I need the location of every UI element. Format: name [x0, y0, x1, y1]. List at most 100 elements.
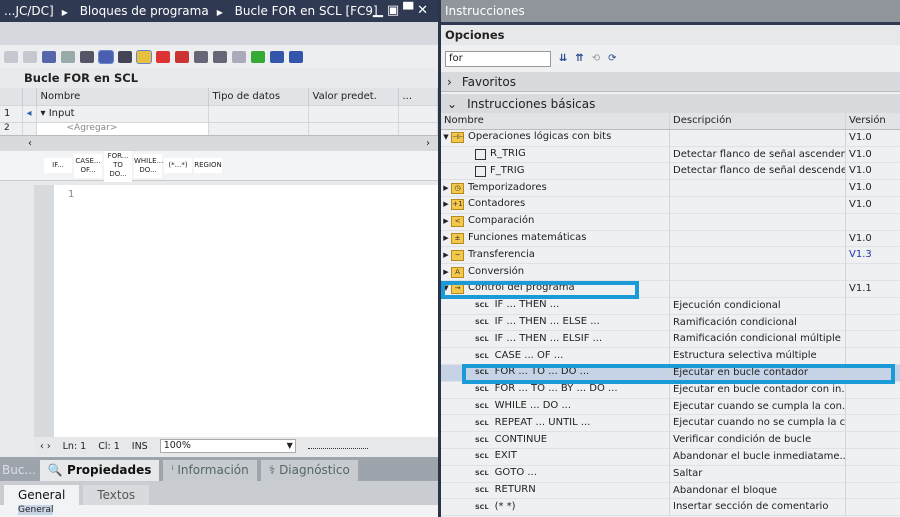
expand-right-icon[interactable]: ▶ — [441, 180, 451, 196]
snippet-case[interactable]: CASE... OF... — [74, 153, 102, 178]
snippet-if[interactable]: IF... — [44, 158, 72, 173]
toolbar-icon[interactable] — [80, 50, 94, 63]
snippet-region[interactable]: REGION — [194, 158, 222, 173]
tree-row[interactable]: SCL RETURN Abandonar el bloque — [441, 482, 900, 500]
expand-down-icon[interactable]: ▼ — [441, 130, 451, 146]
expand-right-icon[interactable]: ▶ — [441, 214, 451, 230]
section-favoritos[interactable]: › Favoritos — [441, 72, 900, 92]
scroll-arrows[interactable]: ‹ › — [40, 441, 51, 452]
tab-informacion[interactable]: ⁱ Información — [163, 460, 257, 481]
subtab-textos[interactable]: Textos — [83, 485, 150, 505]
zoom-select[interactable]: 100% ▼ — [159, 439, 296, 453]
folder-icon: ◷ — [451, 182, 464, 194]
toolbar-icon[interactable] — [42, 50, 56, 63]
tree-row[interactable]: SCL IF ... THEN ... ELSIF ... Ramificación… — [441, 331, 900, 349]
row-name: FOR ... TO ... BY ... DO ... — [494, 383, 618, 395]
nav-general[interactable]: General — [18, 505, 54, 515]
row-description: Detectar flanco de señal ascendent — [670, 146, 846, 163]
tree-row[interactable]: SCL CASE ... OF ... Estructura selectiva m… — [441, 348, 900, 365]
section-instrucciones-basicas[interactable]: ⌄ Instrucciones básicas — [441, 94, 900, 114]
collapsed-tab[interactable]: Buc... — [2, 460, 36, 481]
search-input[interactable]: for — [445, 50, 551, 67]
version-link[interactable]: V1.3 — [849, 249, 872, 260]
tree-row[interactable]: ▶ +1 Contadores V1.0 — [441, 196, 900, 214]
tree-row[interactable]: SCL FOR ... TO ... BY ... DO ... Ejecutar … — [441, 381, 900, 399]
row-name: Operaciones lógicas con bits — [468, 131, 612, 143]
filter-icon[interactable]: ⟲ — [592, 53, 600, 64]
expand-right-icon[interactable]: ▶ — [441, 264, 451, 280]
tab-diagnostico[interactable]: ⚕ Diagnóstico — [260, 460, 358, 481]
expand-right-icon[interactable]: ▶ — [441, 197, 451, 213]
toolbar-icon[interactable] — [156, 50, 170, 63]
toolbar-icon[interactable] — [175, 50, 189, 63]
breadcrumb-1[interactable]: Bloques de programa — [80, 4, 209, 18]
toolbar-icon[interactable] — [213, 50, 227, 63]
window-controls[interactable]: ▁▣▀✕ — [373, 0, 432, 22]
toolbar-icon[interactable] — [61, 50, 75, 63]
col-tipo[interactable]: Tipo de datos — [208, 88, 309, 105]
expand-right-icon[interactable]: ▶ — [441, 247, 451, 263]
toolbar-icon[interactable] — [232, 50, 246, 63]
toolbar-icon[interactable] — [194, 50, 208, 63]
expand-right-icon[interactable]: ▶ — [441, 231, 451, 247]
zoom-slider[interactable] — [307, 443, 368, 449]
snippet-for[interactable]: FOR... TO DO... — [104, 149, 132, 182]
row-version — [846, 399, 900, 415]
tree-row[interactable]: F_TRIG Detectar flanco de señal descende.… — [441, 163, 900, 181]
snippet-comment[interactable]: (*...*) — [164, 158, 192, 173]
tree-row[interactable]: SCL IF ... THEN ... Ejecución condicional — [441, 297, 900, 315]
expand-icon[interactable]: ▾ — [41, 108, 49, 119]
row-name: RETURN — [494, 484, 536, 496]
row-description: Ejecutar en bucle contador con in... — [670, 381, 846, 398]
row-version[interactable]: V1.3 — [846, 247, 900, 263]
tree-row[interactable]: ▶ A Conversión — [441, 264, 900, 281]
add-row-cell[interactable]: <Agregar> — [36, 121, 209, 135]
tree-row[interactable]: R_TRIG Detectar flanco de señal ascendent… — [441, 146, 900, 164]
toolbar-icon[interactable] — [270, 50, 284, 63]
tree-row[interactable]: ▶ ~ Transferencia V1.3 — [441, 247, 900, 265]
toolbar-icon[interactable] — [118, 50, 132, 63]
horizontal-scrollbar[interactable]: ‹ › — [0, 135, 438, 151]
tree-row[interactable]: SCL EXIT Abandonar el bucle inmediatame... — [441, 448, 900, 466]
tree-row[interactable]: SCL IF ... THEN ... ELSE ... Ramificación … — [441, 314, 900, 332]
tree-row[interactable]: SCL (* *) Insertar sección de comentario — [441, 499, 900, 517]
tree-row[interactable]: ▶ ± Funciones matemáticas V1.0 — [441, 230, 900, 248]
toolbar-icon[interactable] — [4, 50, 18, 63]
row-name: IF ... THEN ... ELSIF ... — [494, 332, 603, 344]
col-nombre[interactable]: Nombre — [441, 113, 670, 129]
subtab-general[interactable]: General — [4, 485, 80, 505]
snippet-while[interactable]: WHILE... DO... — [134, 153, 163, 178]
toolbar-icon[interactable] — [98, 49, 114, 64]
row-description — [670, 247, 846, 264]
row-version — [846, 483, 900, 499]
col-more[interactable]: ... — [398, 88, 438, 105]
row-name: R_TRIG — [490, 148, 526, 160]
search-down-icon[interactable]: ⇊ — [559, 53, 567, 64]
search-up-icon[interactable]: ⇈ — [575, 53, 583, 64]
instructions-panel: Instrucciones Opciones for ⇊ ⇈ ⟲ ⟳ › Favo… — [441, 0, 900, 517]
add-placeholder: <Agregar> — [66, 123, 118, 134]
row-name: F_TRIG — [490, 164, 525, 176]
toolbar-icon[interactable] — [136, 49, 152, 64]
toolbar-icon[interactable] — [251, 50, 265, 63]
options-header[interactable]: Opciones — [441, 25, 900, 45]
col-descripcion[interactable]: Descripción — [670, 113, 846, 129]
tree-row[interactable]: SCL GOTO ... Saltar — [441, 465, 900, 483]
col-nombre[interactable]: Nombre — [36, 88, 209, 105]
table-row[interactable]: 1 ◂ ▾ Input — [0, 104, 438, 122]
tree-row[interactable]: ▶ < Comparación — [441, 213, 900, 231]
tree-row[interactable]: ▶ ◷ Temporizadores V1.0 — [441, 180, 900, 197]
table-row[interactable]: 2 <Agregar> — [0, 121, 438, 135]
tree-row[interactable]: SCL CONTINUE Verificar condición de bucle — [441, 432, 900, 449]
tree-row[interactable]: SCL REPEAT ... UNTIL ... Ejecutar cuando n… — [441, 415, 900, 433]
col-version[interactable]: Versión — [846, 113, 900, 129]
col-valor[interactable]: Valor predet. — [308, 88, 399, 105]
breadcrumb-0[interactable]: ...JC/DC] — [4, 4, 54, 18]
refresh-icon[interactable]: ⟳ — [608, 53, 616, 64]
tree-row[interactable]: SCL WHILE ... DO ... Ejecutar cuando se cu… — [441, 398, 900, 416]
toolbar-icon[interactable] — [23, 50, 37, 63]
toolbar-icon[interactable] — [289, 50, 303, 63]
tree-row[interactable]: ▼ ⊣⊢ Operaciones lógicas con bits V1.0 — [441, 129, 900, 147]
tab-propiedades[interactable]: 🔍 Propiedades — [39, 460, 160, 481]
code-editor[interactable]: 1 — [54, 185, 438, 437]
